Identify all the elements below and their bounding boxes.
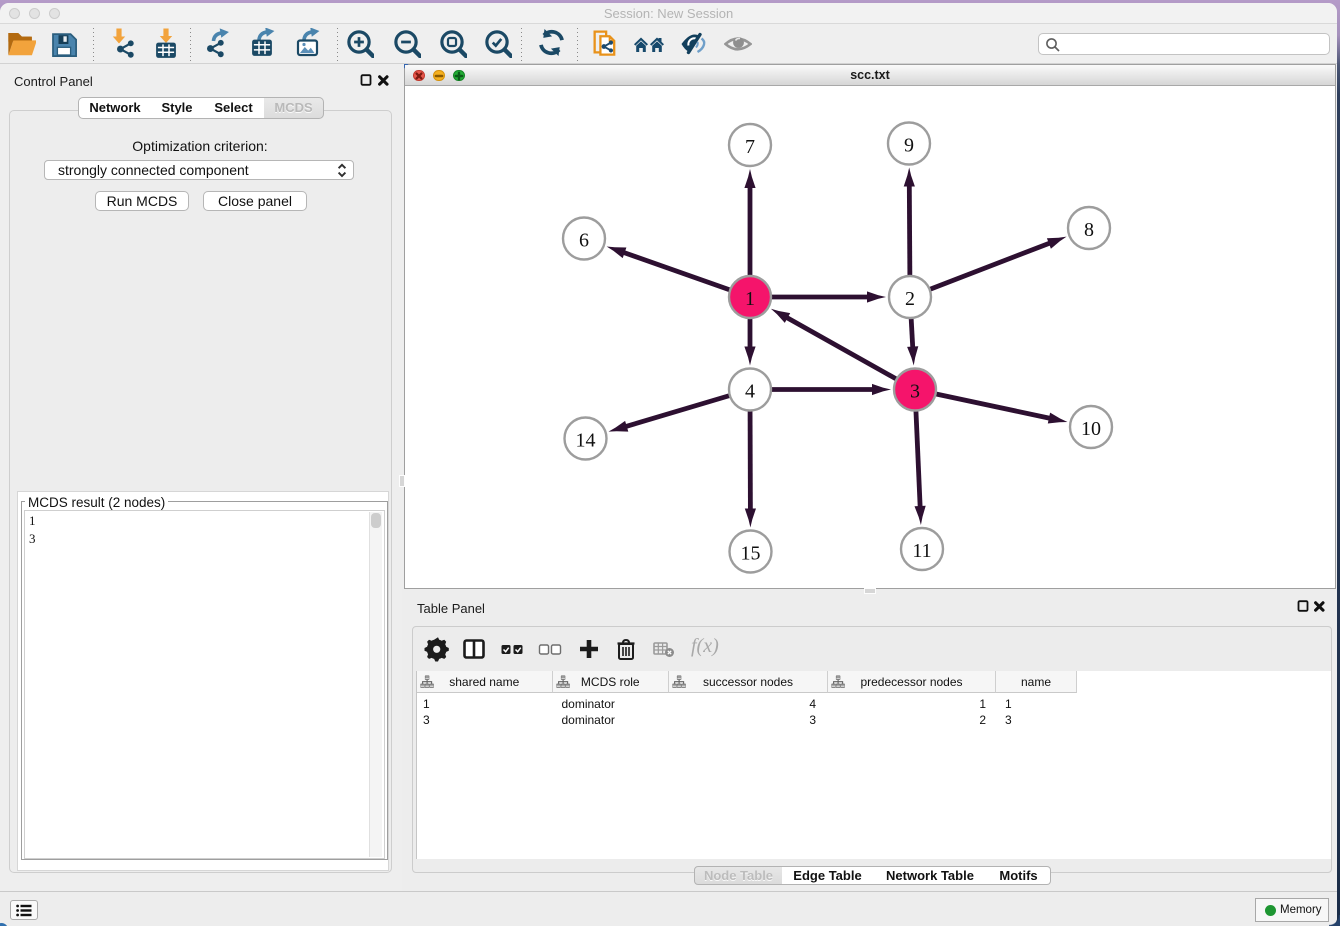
svg-text:3: 3 xyxy=(910,381,920,403)
svg-text:1: 1 xyxy=(745,288,755,310)
svg-text:6: 6 xyxy=(579,230,589,252)
svg-text:7: 7 xyxy=(745,136,755,158)
svg-text:9: 9 xyxy=(904,135,914,157)
svg-text:8: 8 xyxy=(1084,219,1094,241)
svg-text:2: 2 xyxy=(905,288,915,310)
svg-text:15: 15 xyxy=(741,543,761,565)
svg-text:14: 14 xyxy=(576,430,596,452)
svg-text:10: 10 xyxy=(1081,418,1101,440)
svg-text:11: 11 xyxy=(912,540,931,562)
svg-text:4: 4 xyxy=(745,381,755,403)
